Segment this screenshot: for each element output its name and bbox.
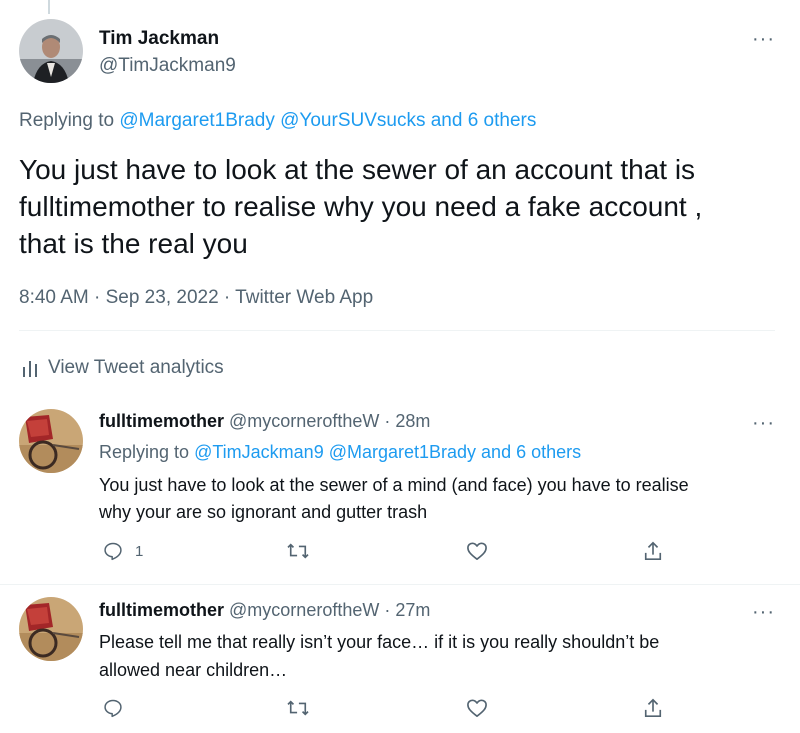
retweet-icon <box>287 543 309 559</box>
reply-text: You just have to look at the sewer of a … <box>99 472 689 526</box>
more-horizontal-icon[interactable]: ··· <box>752 29 775 49</box>
tweet-text-line: fulltimemother to realise why you need a… <box>19 191 703 222</box>
divider <box>19 330 775 331</box>
heart-icon <box>467 542 487 560</box>
reply-avatar[interactable] <box>19 409 83 473</box>
author-handle[interactable]: @TimJackman9 <box>99 55 236 77</box>
tweet-meta[interactable]: 8:40 AM · Sep 23, 2022 · Twitter Web App <box>19 287 373 309</box>
reply-replying-to-line: Replying to @TimJackman9 @Margaret1Brady… <box>99 442 581 463</box>
share-button[interactable] <box>643 697 663 719</box>
reply-count: 1 <box>135 542 144 560</box>
avatar-photo <box>19 597 83 661</box>
replying-to-prefix: Replying to <box>19 110 115 131</box>
like-button[interactable] <box>466 541 488 561</box>
reply-author-name[interactable]: fulltimemother <box>99 600 224 620</box>
reply-text: Please tell me that really isn’t your fa… <box>99 628 659 684</box>
author-avatar[interactable] <box>19 19 83 83</box>
reply-button[interactable]: 1 <box>103 541 143 561</box>
reply-author-name[interactable]: fulltimemother <box>99 411 224 431</box>
view-analytics-link[interactable]: View Tweet analytics <box>22 357 224 379</box>
more-horizontal-icon[interactable]: ··· <box>752 413 775 433</box>
reply-text-line: Please tell me that really isn’t your fa… <box>99 632 660 652</box>
avatar-photo <box>19 409 83 473</box>
reply-text-line: allowed near children… <box>99 660 288 680</box>
share-button[interactable] <box>643 540 663 562</box>
replying-to-mentions[interactable]: @TimJackman9 @Margaret1Brady and 6 other… <box>194 442 581 462</box>
avatar-photo <box>19 19 83 83</box>
share-upload-icon <box>644 541 662 560</box>
retweet-button[interactable] <box>287 541 309 561</box>
replying-to-prefix: Replying to <box>99 442 190 462</box>
divider <box>0 584 800 585</box>
replying-to-mentions[interactable]: @Margaret1Brady @YourSUVsucks and 6 othe… <box>119 110 536 131</box>
tweet-text: You just have to look at the sewer of an… <box>19 151 702 262</box>
author-name[interactable]: Tim Jackman <box>99 28 219 50</box>
reply-bubble-icon <box>104 699 122 718</box>
like-button[interactable] <box>466 698 488 718</box>
reply-header: fulltimemother @mycorneroftheW · 27m <box>99 600 430 621</box>
reply-avatar[interactable] <box>19 597 83 661</box>
tweet-text-line: that is the real you <box>19 228 248 259</box>
reply-time[interactable]: · 27m <box>384 600 430 620</box>
reply-author-handle[interactable]: @mycorneroftheW <box>229 411 379 431</box>
retweet-icon <box>287 700 309 716</box>
tweet-text-line: You just have to look at the sewer of an… <box>19 154 696 185</box>
reply-bubble-icon <box>104 542 122 561</box>
reply-header: fulltimemother @mycorneroftheW · 28m <box>99 411 430 432</box>
bar-chart-icon <box>23 361 37 377</box>
reply-author-handle[interactable]: @mycorneroftheW <box>229 600 379 620</box>
retweet-button[interactable] <box>287 698 309 718</box>
replying-to-line: Replying to @Margaret1Brady @YourSUVsuck… <box>19 110 536 132</box>
share-upload-icon <box>644 698 662 717</box>
reply-button[interactable] <box>103 698 135 718</box>
more-horizontal-icon[interactable]: ··· <box>752 602 775 622</box>
reply-text-line: why your are so ignorant and gutter tras… <box>99 502 428 522</box>
reply-text-line: You just have to look at the sewer of a … <box>99 475 689 495</box>
heart-icon <box>467 699 487 717</box>
view-analytics-label: View Tweet analytics <box>48 357 224 378</box>
reply-time[interactable]: · 28m <box>384 411 430 431</box>
thread-connector-line <box>48 0 50 14</box>
